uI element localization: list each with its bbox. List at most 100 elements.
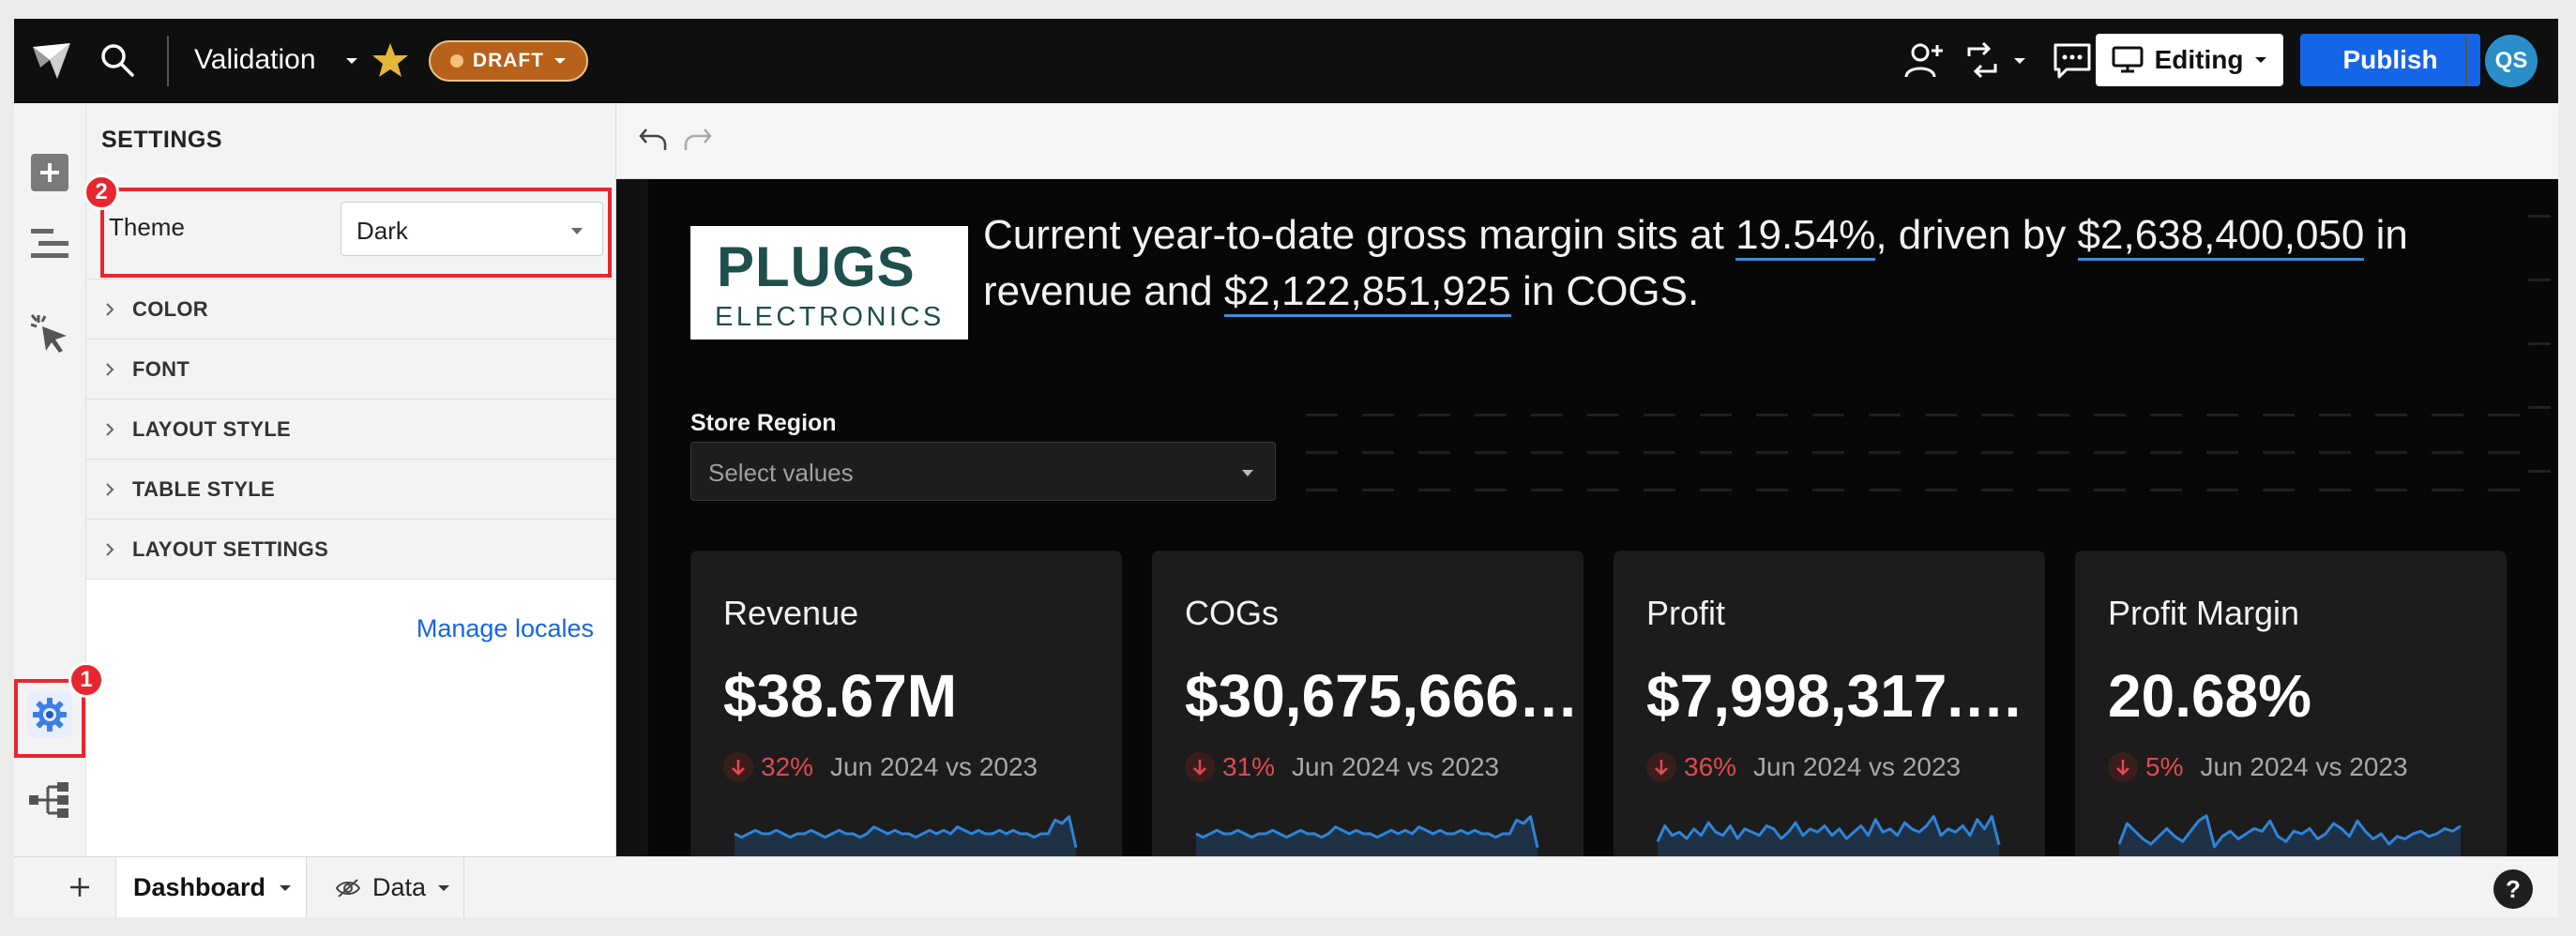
plugs-electronics-logo: PLUGS ELECTRONICS: [690, 226, 968, 340]
kpi-delta-percent: 36%: [1684, 752, 1737, 781]
sigma-logo-icon[interactable]: [29, 39, 74, 83]
grid-hint: [2528, 279, 2551, 281]
sync-refresh-icon[interactable]: [1962, 39, 2005, 81]
section-font-label: FONT: [132, 357, 190, 381]
kpi-value: $30,675,666…: [1185, 662, 1579, 730]
headline-text-2: , driven by: [1875, 212, 2078, 258]
canvas-toolbar: [616, 103, 2558, 179]
section-layout-style-label: LAYOUT STYLE: [132, 417, 292, 441]
kpi-value: $38.67M: [723, 662, 958, 730]
editing-mode-dropdown[interactable]: Editing: [2096, 34, 2283, 86]
grid-hint-row: [1306, 451, 2525, 454]
logo-subtitle: ELECTRONICS: [715, 302, 945, 332]
kpi-comparison: Jun 2024 vs 2023: [2200, 752, 2408, 781]
kpi-delta: 32% Jun 2024 vs 2023: [723, 752, 1038, 782]
editing-chevron-down-icon: [2255, 57, 2267, 63]
add-element-icon[interactable]: [31, 154, 68, 191]
logo-wordmark: PLUGS: [717, 235, 916, 298]
tab-data[interactable]: Data: [307, 857, 464, 917]
interactions-cursor-icon[interactable]: [29, 311, 72, 355]
tab-dashboard[interactable]: Dashboard: [115, 857, 307, 917]
comments-icon[interactable]: [2052, 41, 2093, 81]
callout-badge-2: 2: [83, 174, 119, 210]
kpi-card-revenue[interactable]: Revenue $38.67M 32% Jun 2024 vs 2023: [690, 551, 1122, 856]
section-color-label: COLOR: [132, 297, 208, 321]
headline-cogs-value[interactable]: $2,122,851,925: [1223, 268, 1511, 317]
kpi-value: 20.68%: [2108, 662, 2312, 730]
section-table-style-label: TABLE STYLE: [132, 477, 276, 501]
hidden-eye-icon: [335, 878, 361, 898]
page-tab-bar: Dashboard Data ?: [14, 856, 2558, 917]
store-region-label: Store Region: [690, 410, 837, 436]
section-font[interactable]: FONT: [86, 340, 615, 400]
tab-data-label: Data: [372, 873, 427, 901]
workbook-title[interactable]: Validation: [194, 41, 316, 79]
kpi-sparkline: [2117, 814, 2462, 856]
grid-hint: [2528, 470, 2551, 473]
canvas-gutter: [616, 179, 648, 856]
chevron-right-icon: [106, 303, 114, 316]
draft-label: DRAFT: [472, 50, 545, 71]
kpi-comparison: Jun 2024 vs 2023: [830, 752, 1038, 781]
kpi-delta: 5% Jun 2024 vs 2023: [2108, 752, 2408, 782]
kpi-sparkline: [1656, 814, 2001, 856]
section-layout-settings[interactable]: LAYOUT SETTINGS: [86, 520, 615, 580]
summary-headline: Current year-to-date gross margin sits a…: [983, 207, 2484, 320]
store-region-placeholder: Select values: [708, 459, 854, 487]
kpi-delta-percent: 32%: [761, 752, 814, 781]
arrow-down-icon: [2108, 752, 2138, 782]
section-layout-style[interactable]: LAYOUT STYLE: [86, 400, 615, 460]
topbar-divider: [167, 36, 169, 86]
tab-chevron-down-icon: [438, 884, 450, 891]
user-avatar[interactable]: QS: [2485, 35, 2538, 87]
section-color[interactable]: COLOR: [86, 279, 615, 340]
kpi-card-profit-margin[interactable]: Profit Margin 20.68% 5% Jun 2024 vs 2023: [2075, 551, 2507, 856]
kpi-delta: 36% Jun 2024 vs 2023: [1646, 752, 1961, 782]
element-list-icon[interactable]: [29, 225, 70, 263]
region-chevron-down-icon: [1242, 470, 1253, 476]
app-window: Validation DRAFT Editing Publish QS SETT…: [14, 19, 2558, 917]
help-button[interactable]: ?: [2493, 869, 2533, 909]
grid-hint: [2528, 406, 2551, 409]
headline-text-1: Current year-to-date gross margin sits a…: [983, 212, 1736, 258]
add-page-icon[interactable]: [67, 874, 93, 900]
search-icon[interactable]: [98, 41, 136, 79]
headline-margin-value[interactable]: 19.54%: [1735, 212, 1876, 261]
top-bar: Validation DRAFT Editing Publish QS: [14, 19, 2558, 103]
chevron-right-icon: [106, 483, 114, 496]
section-layout-settings-label: LAYOUT SETTINGS: [132, 537, 329, 561]
undo-icon[interactable]: [637, 124, 669, 156]
manage-locales-link[interactable]: Manage locales: [417, 614, 594, 643]
arrow-down-icon: [1185, 752, 1215, 782]
editing-label: Editing: [2154, 45, 2244, 74]
publish-button[interactable]: Publish: [2300, 34, 2480, 86]
section-table-style[interactable]: TABLE STYLE: [86, 460, 615, 520]
store-region-select[interactable]: Select values: [690, 442, 1276, 501]
kpi-card-profit[interactable]: Profit $7,998,317.… 36% Jun 2024 vs 2023: [1614, 551, 2045, 856]
settings-title: SETTINGS: [101, 127, 223, 153]
draft-status-badge[interactable]: DRAFT: [429, 40, 588, 82]
kpi-card-cogs[interactable]: COGs $30,675,666… 31% Jun 2024 vs 2023: [1152, 551, 1583, 856]
callout-theme-highlight: [100, 188, 612, 278]
kpi-title: Profit: [1646, 594, 1726, 632]
favorite-star-icon[interactable]: [371, 41, 410, 79]
kpi-sparkline: [734, 815, 1078, 856]
sync-chevron-down-icon[interactable]: [2012, 55, 2027, 67]
callout-badge-1: 1: [68, 662, 104, 698]
lineage-tree-icon[interactable]: [27, 780, 70, 820]
kpi-comparison: Jun 2024 vs 2023: [1753, 752, 1962, 781]
title-chevron-down-icon[interactable]: [344, 55, 359, 67]
kpi-title: Profit Margin: [2108, 594, 2300, 632]
kpi-sparkline: [1195, 815, 1539, 856]
kpi-title: COGs: [1185, 594, 1280, 632]
arrow-down-icon: [723, 752, 753, 782]
tab-chevron-down-icon: [280, 884, 292, 891]
arrow-down-icon: [1646, 752, 1676, 782]
share-user-add-icon[interactable]: [1903, 39, 1945, 81]
monitor-icon: [2112, 46, 2144, 73]
headline-text-4: in COGS.: [1510, 268, 1700, 314]
draft-dot: [449, 54, 463, 68]
chevron-right-icon: [106, 423, 114, 436]
headline-revenue-value[interactable]: $2,638,400,050: [2077, 212, 2365, 261]
redo-icon[interactable]: [682, 124, 714, 156]
